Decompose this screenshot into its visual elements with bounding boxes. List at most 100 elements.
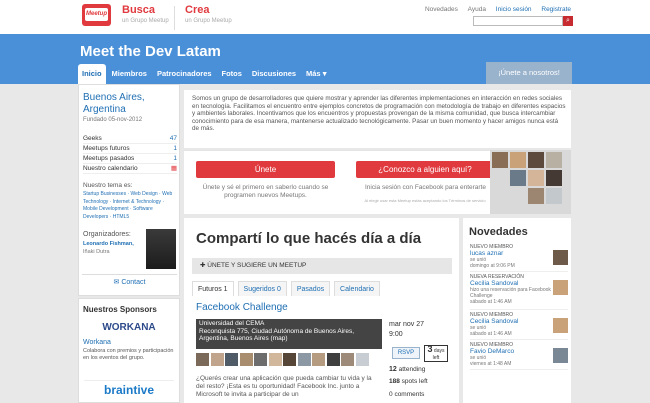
news-item-avatar[interactable] (553, 280, 568, 295)
attendee-avatar[interactable] (355, 353, 369, 366)
group-title[interactable]: Meet the Dev Latam (80, 43, 221, 60)
meetup-logo[interactable]: Meetup (82, 4, 111, 26)
tab-discusiones[interactable]: Discusiones (248, 64, 300, 84)
news-item-avatar[interactable] (553, 348, 568, 363)
organizer-name[interactable]: Leonardo Fishman, (83, 241, 134, 247)
news-item-time: sábado at 1:46 AM (470, 299, 512, 305)
tab-futuros[interactable]: Futuros 1 (192, 281, 234, 296)
topics-list[interactable]: Startup Businesses · Web Design · Web Te… (83, 191, 173, 221)
stat-future[interactable]: Meetups futuros 1 (83, 144, 177, 154)
news-item-avatar[interactable] (553, 250, 568, 265)
attending-count[interactable]: 12 attending (389, 366, 425, 373)
login-link[interactable]: Inicio sesión (496, 6, 532, 13)
news-title: Novedades (469, 226, 528, 238)
attendee-avatar[interactable] (268, 353, 282, 366)
stat-calendar[interactable]: Nuestro calendario ▦ (83, 164, 177, 174)
attendee-avatar[interactable] (326, 353, 340, 366)
member-photo-collage (490, 150, 571, 214)
create-group-link[interactable]: Crea un Grupo Meetup (185, 4, 232, 24)
tab-calendario[interactable]: Calendario (334, 281, 380, 296)
tab-fotos[interactable]: Fotos (218, 64, 246, 84)
tab-inicio[interactable]: Inicio (78, 64, 106, 84)
attendee-avatars (196, 353, 382, 369)
tab-patrocinadores[interactable]: Patrocinadores (153, 64, 216, 84)
tab-miembros[interactable]: Miembros (108, 64, 151, 84)
create-group-subtitle: un Grupo Meetup (185, 18, 232, 24)
attendee-avatar[interactable] (196, 353, 209, 366)
member-photo (528, 152, 544, 168)
event-venue[interactable]: Universidad del CEMA Reconquista 775, Ci… (196, 319, 382, 349)
register-link[interactable]: Registrate (541, 6, 571, 13)
member-photo (546, 152, 562, 168)
create-group-title: Crea (185, 4, 210, 16)
news-item: NUEVA RESERVACIÓN Cecilia Sandoval hizo … (470, 274, 568, 310)
news-item: NUEVO MIEMBRO Cecilia Sandoval se unió s… (470, 312, 568, 340)
days-left-label: days left (432, 348, 445, 361)
member-photo (528, 170, 544, 186)
join-group-button[interactable]: ¡Únete a nosotros! (486, 62, 572, 84)
tab-pasados[interactable]: Pasados (290, 281, 331, 296)
stat-past[interactable]: Meetups pasados 1 (83, 154, 177, 164)
stat-label: Meetups pasados (83, 155, 135, 162)
founded-date: Fundado 05-nov-2012 (83, 117, 143, 123)
calendar-icon: ▦ (170, 165, 177, 172)
stat-value: 1 (173, 155, 177, 162)
event-date: mar nov 27 (389, 321, 425, 328)
know-someone-button[interactable]: ¿Conozco a alguien aquí? (356, 161, 494, 178)
spots-left: 188 spots left (389, 378, 428, 385)
find-group-link[interactable]: Busca un Grupo Meetup (122, 4, 169, 24)
attendee-avatar[interactable] (225, 353, 238, 366)
venue-address: Reconquista 775, Ciudad Autónoma de Buen… (199, 327, 355, 343)
comments-count[interactable]: 0 comments (389, 391, 424, 398)
days-left-badge: 3 days left (424, 345, 448, 362)
member-photo (528, 188, 544, 204)
attendee-avatar[interactable] (312, 353, 325, 366)
attendee-avatar[interactable] (210, 353, 224, 366)
news-item: NUEVO MIEMBRO lucas aznar se unió doming… (470, 244, 568, 272)
suggest-meetup-bar[interactable]: ✚ ÚNETE Y SUGIERE UN MEETUP (192, 258, 452, 274)
attendee-avatar[interactable] (297, 353, 311, 366)
news-item-avatar[interactable] (553, 318, 568, 333)
workana-logo[interactable]: WORKANA (86, 320, 172, 336)
tab-sugeridos[interactable]: Sugeridos 0 (237, 281, 287, 296)
novedades-link[interactable]: Novedades (425, 6, 458, 13)
event-tabs: Futuros 1 Sugeridos 0 Pasados Calendario (192, 281, 382, 296)
spots-label: spots left (401, 378, 428, 385)
spots-number: 188 (389, 378, 400, 385)
hub-divider (174, 6, 175, 30)
search-icon[interactable]: ⌕ (563, 16, 573, 26)
days-left-number: 3 (427, 344, 433, 354)
attendee-avatar[interactable] (239, 353, 253, 366)
event-title[interactable]: Facebook Challenge (196, 302, 288, 313)
member-photo (510, 170, 526, 186)
attendee-avatar[interactable] (254, 353, 267, 366)
braintive-logo[interactable]: braintive (84, 380, 174, 398)
search-input[interactable] (473, 16, 563, 26)
group-headline: Compartí lo que hacés día a día (196, 230, 422, 247)
news-feed: NUEVO MIEMBRO lucas aznar se unió doming… (470, 244, 568, 372)
facebook-login-text: Inicia sesión con Facebook para enterart… (364, 184, 487, 191)
organizer-avatar[interactable] (146, 229, 176, 269)
member-photo (510, 152, 526, 168)
tab-mas[interactable]: Más ▾ (302, 64, 330, 84)
member-photo (546, 170, 562, 186)
stat-geeks[interactable]: Geeks 47 (83, 134, 177, 144)
attendee-avatar[interactable] (283, 353, 296, 366)
stat-label: Geeks (83, 135, 102, 142)
sponsor-description: Colabora con premios y participación en … (83, 348, 174, 361)
attendee-avatar[interactable] (341, 353, 354, 366)
contact-button[interactable]: ✉ Contact (82, 274, 177, 290)
ayuda-link[interactable]: Ayuda (468, 6, 486, 13)
organizer-extra[interactable]: Iñaki Dutra (83, 249, 110, 255)
group-nav: Inicio Miembros Patrocinadores Fotos Dis… (78, 64, 330, 84)
rsvp-button[interactable]: RSVP (392, 347, 420, 359)
group-city[interactable]: Buenos Aires, Argentina (83, 92, 173, 116)
stat-value: 1 (173, 145, 177, 152)
join-button[interactable]: Únete (196, 161, 335, 178)
sponsor-name[interactable]: Workana (83, 339, 111, 346)
member-photo (546, 188, 562, 204)
stat-value: 47 (169, 135, 177, 142)
attending-number: 12 (389, 366, 397, 373)
venue-name: Universidad del CEMA (199, 320, 265, 327)
stat-label: Nuestro calendario (83, 165, 138, 172)
